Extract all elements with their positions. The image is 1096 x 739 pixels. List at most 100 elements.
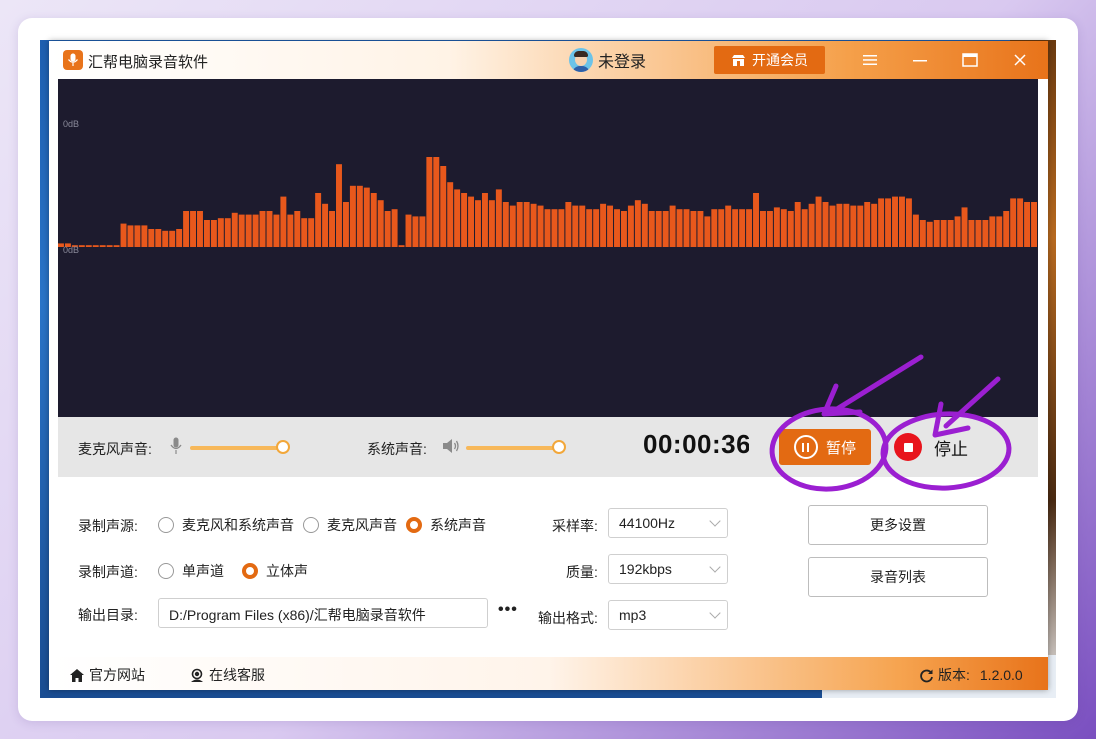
- source-option-mic-and-system[interactable]: 麦克风和系统声音: [158, 515, 294, 535]
- level-bar: [92, 245, 99, 247]
- recording-timer: 00:00:36: [643, 429, 749, 459]
- level-bar: [982, 220, 989, 247]
- more-settings-button[interactable]: 更多设置: [808, 505, 988, 545]
- maximize-icon[interactable]: [959, 50, 981, 70]
- level-bar: [1031, 202, 1037, 247]
- stop-label: 停止: [934, 439, 968, 459]
- level-bar: [641, 203, 648, 247]
- microphone-icon: [170, 437, 182, 454]
- level-bar: [245, 214, 252, 247]
- login-status[interactable]: 未登录: [598, 48, 646, 72]
- level-bar: [836, 203, 843, 247]
- close-icon[interactable]: [1009, 50, 1031, 70]
- headset-icon: [191, 668, 203, 682]
- title-bar[interactable]: 汇帮电脑录音软件 未登录 开通会员: [49, 41, 1048, 79]
- control-bar: 麦克风声音: 系统声音: 00:00:36 暂停 停止: [58, 417, 1038, 477]
- level-bar: [322, 203, 329, 247]
- source-option-mic[interactable]: 麦克风声音: [303, 515, 397, 535]
- level-bar: [662, 211, 669, 247]
- level-bar: [586, 209, 593, 247]
- browse-more-icon[interactable]: •••: [498, 601, 518, 619]
- level-bar: [377, 200, 384, 247]
- level-bar: [739, 209, 746, 247]
- level-bar: [940, 220, 947, 247]
- level-bar: [551, 209, 558, 247]
- level-bar: [78, 245, 85, 247]
- level-bar: [252, 214, 259, 247]
- home-icon: [70, 668, 84, 682]
- website-link[interactable]: 官方网站: [69, 665, 145, 685]
- level-bar: [454, 189, 461, 247]
- format-select[interactable]: mp3: [608, 600, 728, 630]
- level-bar: [794, 202, 801, 247]
- menu-icon[interactable]: [859, 50, 881, 70]
- user-account[interactable]: 未登录: [569, 48, 646, 72]
- channel-option-mono[interactable]: 单声道: [158, 561, 224, 581]
- version-info[interactable]: 版本: 1.2.0.0: [919, 665, 1023, 685]
- vip-button[interactable]: 开通会员: [714, 46, 825, 74]
- level-bar: [516, 202, 523, 247]
- level-bars: [58, 157, 1037, 247]
- level-bar: [690, 211, 697, 247]
- level-bar: [99, 245, 106, 247]
- sample-rate-label: 采样率:: [552, 518, 598, 534]
- level-bar: [210, 220, 217, 247]
- level-bar: [912, 214, 919, 247]
- level-bar: [919, 220, 926, 247]
- level-bar: [669, 205, 676, 247]
- source-option-system[interactable]: 系统声音: [406, 515, 486, 535]
- system-volume-slider[interactable]: [466, 446, 558, 450]
- output-dir-field[interactable]: D:/Program Files (x86)/汇帮电脑录音软件: [158, 598, 488, 628]
- mic-volume-slider[interactable]: [190, 446, 282, 450]
- level-bar: [718, 209, 725, 247]
- level-bar: [871, 203, 878, 247]
- level-bar: [155, 229, 162, 247]
- minimize-icon[interactable]: [909, 50, 931, 70]
- quality-select[interactable]: 192kbps: [608, 554, 728, 584]
- refresh-icon: [920, 669, 933, 682]
- channel-option-stereo[interactable]: 立体声: [242, 561, 308, 581]
- level-bar: [336, 164, 342, 247]
- db-mid-label: 0dB: [63, 245, 80, 255]
- level-bar: [815, 196, 822, 247]
- level-bar: [495, 189, 502, 247]
- level-bar: [850, 205, 857, 247]
- pause-button[interactable]: 暂停: [779, 429, 871, 465]
- level-bar: [620, 211, 627, 247]
- channel-radio-group: 单声道 立体声: [158, 561, 317, 581]
- level-bar: [266, 211, 273, 247]
- system-volume-label: 系统声音:: [367, 441, 427, 457]
- level-bar: [280, 196, 287, 247]
- level-bar: [947, 220, 954, 247]
- level-bar: [85, 245, 92, 247]
- vip-label: 开通会员: [752, 52, 808, 68]
- stop-button[interactable]: 停止: [894, 429, 984, 465]
- app-title: 汇帮电脑录音软件: [88, 54, 209, 71]
- level-bar: [120, 223, 127, 247]
- level-bar: [648, 211, 655, 247]
- level-bar: [419, 216, 426, 247]
- sample-rate-select[interactable]: 44100Hz: [608, 508, 728, 538]
- shop-icon: [732, 54, 745, 66]
- level-bar: [447, 182, 454, 247]
- level-bar: [1003, 211, 1010, 247]
- user-avatar-icon: [569, 48, 593, 72]
- level-bar: [565, 202, 572, 247]
- level-bar: [732, 209, 739, 247]
- online-support-link[interactable]: 在线客服: [189, 665, 265, 685]
- level-bar: [593, 209, 600, 247]
- level-bar: [968, 220, 975, 247]
- level-bar: [558, 209, 565, 247]
- recorder-window: 汇帮电脑录音软件 未登录 开通会员 0dB 0dB 麦克风声音: 系统声音: 0…: [49, 41, 1048, 690]
- level-bar: [384, 211, 391, 247]
- level-bar: [370, 193, 377, 247]
- audio-visualizer: 0dB 0dB: [58, 79, 1038, 417]
- level-bar: [287, 214, 294, 247]
- level-bar: [440, 166, 447, 247]
- record-list-button[interactable]: 录音列表: [808, 557, 988, 597]
- mic-volume-handle[interactable]: [276, 440, 290, 454]
- level-bar: [898, 196, 905, 247]
- system-volume-handle[interactable]: [552, 440, 566, 454]
- level-bar: [1010, 198, 1017, 247]
- level-bar: [704, 216, 711, 247]
